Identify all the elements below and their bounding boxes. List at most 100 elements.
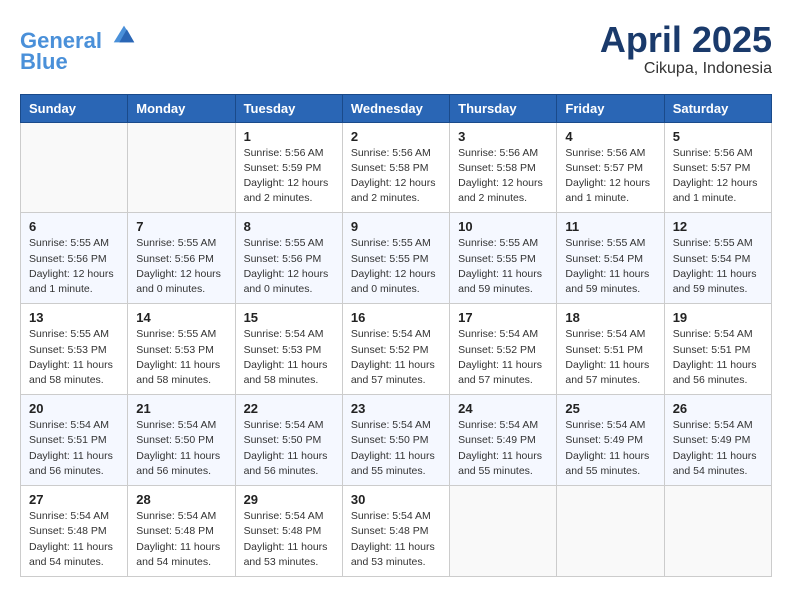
day-number: 11 <box>565 219 655 234</box>
calendar-cell: 25 Sunrise: 5:54 AM Sunset: 5:49 PM Dayli… <box>557 395 664 486</box>
day-info: Sunrise: 5:54 AM Sunset: 5:48 PM Dayligh… <box>136 509 226 570</box>
day-number: 24 <box>458 401 548 416</box>
calendar-week-row: 1Sunrise: 5:56 AM Sunset: 5:59 PM Daylig… <box>21 122 772 213</box>
day-info: Sunrise: 5:55 AM Sunset: 5:55 PM Dayligh… <box>351 236 441 297</box>
day-info: Sunrise: 5:54 AM Sunset: 5:51 PM Dayligh… <box>673 327 763 388</box>
weekday-header: Sunday <box>21 94 128 122</box>
day-info: Sunrise: 5:54 AM Sunset: 5:48 PM Dayligh… <box>29 509 119 570</box>
day-number: 16 <box>351 310 441 325</box>
page-header: General Blue April 2025 Cikupa, Indonesi… <box>20 20 772 78</box>
calendar-cell: 19 Sunrise: 5:54 AM Sunset: 5:51 PM Dayli… <box>664 304 771 395</box>
calendar-cell: 24 Sunrise: 5:54 AM Sunset: 5:49 PM Dayli… <box>450 395 557 486</box>
calendar-cell: 8 Sunrise: 5:55 AM Sunset: 5:56 PM Daylig… <box>235 213 342 304</box>
weekday-header: Tuesday <box>235 94 342 122</box>
day-info: Sunrise: 5:56 AM Sunset: 5:57 PM Dayligh… <box>565 146 655 207</box>
calendar-cell: 13Sunrise: 5:55 AM Sunset: 5:53 PM Dayli… <box>21 304 128 395</box>
day-number: 15 <box>244 310 334 325</box>
day-info: Sunrise: 5:56 AM Sunset: 5:58 PM Dayligh… <box>351 146 441 207</box>
calendar-cell: 23Sunrise: 5:54 AM Sunset: 5:50 PM Dayli… <box>342 395 449 486</box>
day-info: Sunrise: 5:55 AM Sunset: 5:54 PM Dayligh… <box>673 236 763 297</box>
day-info: Sunrise: 5:56 AM Sunset: 5:57 PM Dayligh… <box>673 146 763 207</box>
day-number: 30 <box>351 492 441 507</box>
day-info: Sunrise: 5:55 AM Sunset: 5:56 PM Dayligh… <box>136 236 226 297</box>
day-number: 7 <box>136 219 226 234</box>
day-number: 13 <box>29 310 119 325</box>
day-info: Sunrise: 5:54 AM Sunset: 5:48 PM Dayligh… <box>244 509 334 570</box>
day-info: Sunrise: 5:54 AM Sunset: 5:50 PM Dayligh… <box>136 418 226 479</box>
calendar-cell: 26Sunrise: 5:54 AM Sunset: 5:49 PM Dayli… <box>664 395 771 486</box>
calendar-cell: 2 Sunrise: 5:56 AM Sunset: 5:58 PM Daylig… <box>342 122 449 213</box>
day-info: Sunrise: 5:54 AM Sunset: 5:52 PM Dayligh… <box>351 327 441 388</box>
calendar-cell: 5 Sunrise: 5:56 AM Sunset: 5:57 PM Daylig… <box>664 122 771 213</box>
day-info: Sunrise: 5:54 AM Sunset: 5:51 PM Dayligh… <box>565 327 655 388</box>
day-number: 17 <box>458 310 548 325</box>
calendar-week-row: 6 Sunrise: 5:55 AM Sunset: 5:56 PM Daylig… <box>21 213 772 304</box>
logo-icon <box>110 20 138 48</box>
day-info: Sunrise: 5:55 AM Sunset: 5:53 PM Dayligh… <box>136 327 226 388</box>
calendar-cell: 15 Sunrise: 5:54 AM Sunset: 5:53 PM Dayli… <box>235 304 342 395</box>
calendar-cell: 28 Sunrise: 5:54 AM Sunset: 5:48 PM Dayli… <box>128 486 235 577</box>
calendar-cell: 4 Sunrise: 5:56 AM Sunset: 5:57 PM Daylig… <box>557 122 664 213</box>
calendar-week-row: 13 Sunrise: 5:55 AM Sunset: 5:53 PM Dayli… <box>21 304 772 395</box>
month-title: April 2025 <box>600 20 772 60</box>
day-info: Sunrise: 5:54 AM Sunset: 5:48 PM Dayligh… <box>351 509 441 570</box>
calendar-cell: 14 Sunrise: 5:55 AM Sunset: 5:53 PM Dayli… <box>128 304 235 395</box>
location: Cikupa, Indonesia <box>600 60 772 78</box>
weekday-header: Saturday <box>664 94 771 122</box>
day-info: Sunrise: 5:54 AM Sunset: 5:49 PM Dayligh… <box>565 418 655 479</box>
day-number: 6 <box>29 219 119 234</box>
day-info: Sunrise: 5:56 AM Sunset: 5:58 PM Dayligh… <box>458 146 548 207</box>
calendar-cell: 10 Sunrise: 5:55 AM Sunset: 5:55 PM Dayli… <box>450 213 557 304</box>
day-info: Sunrise: 5:55 AM Sunset: 5:54 PM Dayligh… <box>565 236 655 297</box>
day-info: Sunrise: 5:55 AM Sunset: 5:55 PM Dayligh… <box>458 236 548 297</box>
calendar-cell: 27 Sunrise: 5:54 AM Sunset: 5:48 PM Dayli… <box>21 486 128 577</box>
day-number: 18 <box>565 310 655 325</box>
day-number: 27 <box>29 492 119 507</box>
day-number: 12 <box>673 219 763 234</box>
day-info: Sunrise: 5:56 AM Sunset: 5:59 PM Dayligh… <box>244 146 334 207</box>
calendar-header-row: SundayMondayTuesdayWednesdayThursdayFrid… <box>21 94 772 122</box>
calendar-cell: 20 Sunrise: 5:54 AM Sunset: 5:51 PM Dayli… <box>21 395 128 486</box>
calendar-week-row: 27 Sunrise: 5:54 AM Sunset: 5:48 PM Dayli… <box>21 486 772 577</box>
day-number: 22 <box>244 401 334 416</box>
weekday-header: Friday <box>557 94 664 122</box>
calendar-cell: 18 Sunrise: 5:54 AM Sunset: 5:51 PM Dayli… <box>557 304 664 395</box>
day-info: Sunrise: 5:54 AM Sunset: 5:50 PM Dayligh… <box>351 418 441 479</box>
calendar-cell: 17 Sunrise: 5:54 AM Sunset: 5:52 PM Dayli… <box>450 304 557 395</box>
day-number: 2 <box>351 129 441 144</box>
calendar-cell: 30 Sunrise: 5:54 AM Sunset: 5:48 PM Dayli… <box>342 486 449 577</box>
day-info: Sunrise: 5:54 AM Sunset: 5:49 PM Dayligh… <box>673 418 763 479</box>
day-number: 20 <box>29 401 119 416</box>
calendar-cell <box>21 122 128 213</box>
calendar-cell: 22Sunrise: 5:54 AM Sunset: 5:50 PM Dayli… <box>235 395 342 486</box>
weekday-header: Thursday <box>450 94 557 122</box>
day-number: 14 <box>136 310 226 325</box>
weekday-header: Monday <box>128 94 235 122</box>
day-info: Sunrise: 5:54 AM Sunset: 5:51 PM Dayligh… <box>29 418 119 479</box>
day-number: 10 <box>458 219 548 234</box>
day-number: 19 <box>673 310 763 325</box>
day-number: 4 <box>565 129 655 144</box>
day-info: Sunrise: 5:54 AM Sunset: 5:52 PM Dayligh… <box>458 327 548 388</box>
day-number: 5 <box>673 129 763 144</box>
day-number: 29 <box>244 492 334 507</box>
day-number: 21 <box>136 401 226 416</box>
day-info: Sunrise: 5:54 AM Sunset: 5:53 PM Dayligh… <box>244 327 334 388</box>
day-info: Sunrise: 5:54 AM Sunset: 5:49 PM Dayligh… <box>458 418 548 479</box>
calendar-week-row: 20 Sunrise: 5:54 AM Sunset: 5:51 PM Dayli… <box>21 395 772 486</box>
day-info: Sunrise: 5:55 AM Sunset: 5:56 PM Dayligh… <box>29 236 119 297</box>
day-number: 8 <box>244 219 334 234</box>
calendar-cell: 11 Sunrise: 5:55 AM Sunset: 5:54 PM Dayli… <box>557 213 664 304</box>
day-number: 25 <box>565 401 655 416</box>
day-number: 9 <box>351 219 441 234</box>
calendar-cell: 9 Sunrise: 5:55 AM Sunset: 5:55 PM Daylig… <box>342 213 449 304</box>
day-number: 3 <box>458 129 548 144</box>
day-number: 28 <box>136 492 226 507</box>
calendar-cell: 1Sunrise: 5:56 AM Sunset: 5:59 PM Daylig… <box>235 122 342 213</box>
weekday-header: Wednesday <box>342 94 449 122</box>
calendar-cell: 12 Sunrise: 5:55 AM Sunset: 5:54 PM Dayli… <box>664 213 771 304</box>
day-info: Sunrise: 5:55 AM Sunset: 5:56 PM Dayligh… <box>244 236 334 297</box>
calendar-cell: 3 Sunrise: 5:56 AM Sunset: 5:58 PM Daylig… <box>450 122 557 213</box>
calendar-cell: 29 Sunrise: 5:54 AM Sunset: 5:48 PM Dayli… <box>235 486 342 577</box>
calendar-cell <box>557 486 664 577</box>
